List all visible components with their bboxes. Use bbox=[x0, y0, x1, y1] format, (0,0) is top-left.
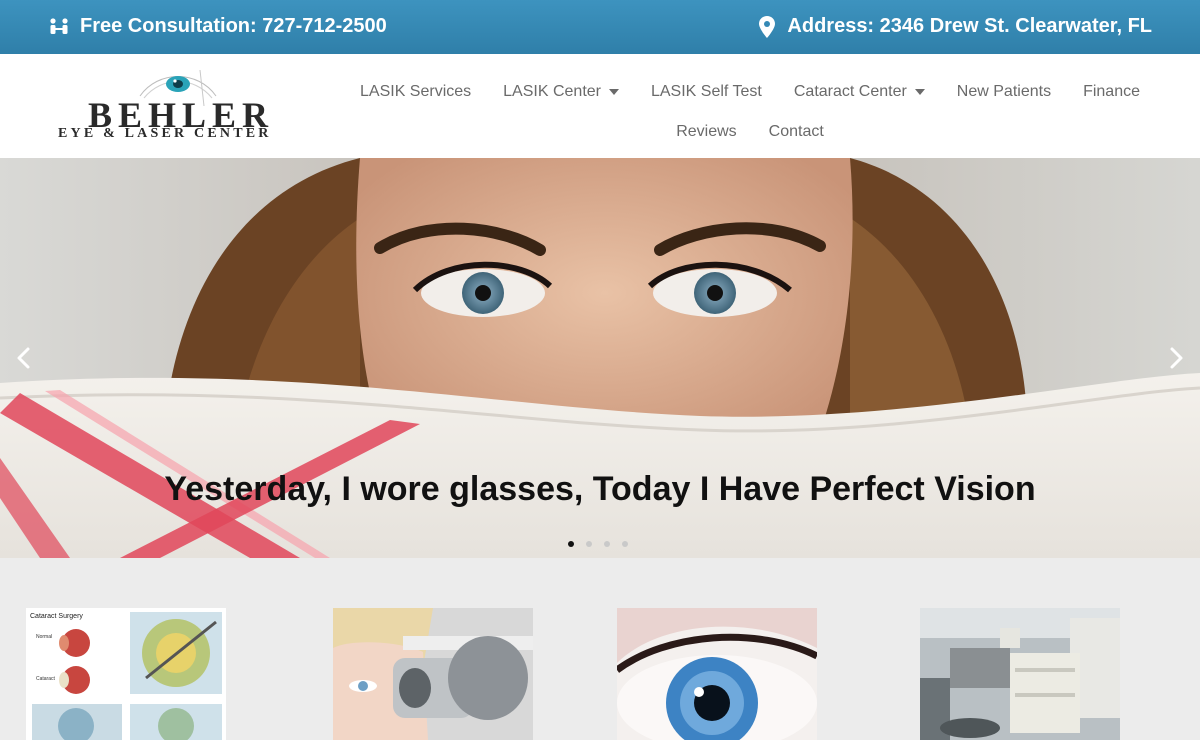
consultation-icon bbox=[48, 17, 70, 37]
nav-item-label: LASIK Self Test bbox=[650, 83, 762, 100]
chevron-right-icon[interactable] bbox=[1166, 346, 1186, 370]
thumb-eye-exam[interactable] bbox=[333, 608, 533, 740]
thumb-exam-room[interactable] bbox=[920, 608, 1120, 740]
hero-slider: Yesterday, I wore glasses, Today I Have … bbox=[0, 158, 1200, 558]
slide-dot-2[interactable] bbox=[586, 541, 592, 547]
nav-item-label: Cataract Center bbox=[793, 83, 907, 100]
thumb-cataract-surgery[interactable]: Cataract Surgery Normal Cataract bbox=[26, 608, 226, 740]
nav-row-1: LASIK Services LASIK Center LASIK Self T… bbox=[340, 72, 1160, 112]
nav-item-cataract-center[interactable]: Cataract Center bbox=[794, 83, 925, 101]
nav-item-new-patients[interactable]: New Patients bbox=[957, 83, 1051, 101]
nav-item-label: Reviews bbox=[676, 123, 737, 140]
logo-subtitle: EYE & LASER CENTER bbox=[58, 126, 272, 141]
address-text: Address: 2346 Drew St. Clearwater, FL bbox=[787, 15, 1152, 37]
chevron-left-icon[interactable] bbox=[14, 346, 34, 370]
address-link[interactable]: Address: 2346 Drew St. Clearwater, FL bbox=[759, 15, 1152, 38]
diagram-label-normal: Normal bbox=[36, 634, 52, 640]
diagram-label-cataract: Cataract bbox=[36, 676, 56, 682]
nav-item-lasik-services[interactable]: LASIK Services bbox=[360, 83, 471, 101]
nav-item-label: Contact bbox=[768, 123, 824, 140]
consultation-link[interactable]: Free Consultation: 727-712-2500 bbox=[48, 15, 387, 38]
top-bar: Free Consultation: 727-712-2500 Address:… bbox=[0, 0, 1200, 54]
eye-exam-image bbox=[333, 608, 533, 740]
nav-item-label: LASIK Services bbox=[360, 83, 472, 100]
exam-room-image bbox=[920, 608, 1120, 740]
nav-item-label: New Patients bbox=[956, 83, 1052, 100]
cataract-diagram-image: Cataract Surgery Normal Cataract bbox=[26, 608, 226, 740]
slide-dot-3[interactable] bbox=[604, 541, 610, 547]
slide-dot-1[interactable] bbox=[568, 541, 574, 547]
slider-pagination bbox=[568, 541, 628, 547]
slide-dot-4[interactable] bbox=[622, 541, 628, 547]
map-pin-icon bbox=[759, 15, 776, 38]
nav-item-label: LASIK Center bbox=[503, 83, 601, 100]
chevron-down-icon bbox=[608, 89, 619, 95]
nav-item-label: Finance bbox=[1083, 83, 1140, 100]
thumb-blue-eye[interactable] bbox=[617, 608, 817, 740]
nav-item-contact[interactable]: Contact bbox=[769, 123, 824, 141]
blue-eye-image bbox=[617, 608, 817, 740]
hero-caption: Yesterday, I wore glasses, Today I Have … bbox=[164, 470, 1036, 508]
nav-item-reviews[interactable]: Reviews bbox=[676, 123, 736, 141]
diagram-title: Cataract Surgery bbox=[30, 613, 83, 620]
nav-row-2: Reviews Contact bbox=[340, 112, 1160, 152]
behler-logo[interactable]: BEHLER EYE & LASER CENTER bbox=[58, 68, 294, 144]
consultation-text: Free Consultation: 727-712-2500 bbox=[80, 15, 387, 37]
chevron-down-icon bbox=[914, 89, 925, 95]
site-header: BEHLER EYE & LASER CENTER LASIK Services… bbox=[0, 54, 1200, 158]
nav-item-finance[interactable]: Finance bbox=[1083, 83, 1140, 101]
main-nav: LASIK Services LASIK Center LASIK Self T… bbox=[340, 72, 1160, 152]
nav-item-lasik-center[interactable]: LASIK Center bbox=[503, 83, 619, 101]
nav-item-lasik-self-test[interactable]: LASIK Self Test bbox=[651, 83, 762, 101]
